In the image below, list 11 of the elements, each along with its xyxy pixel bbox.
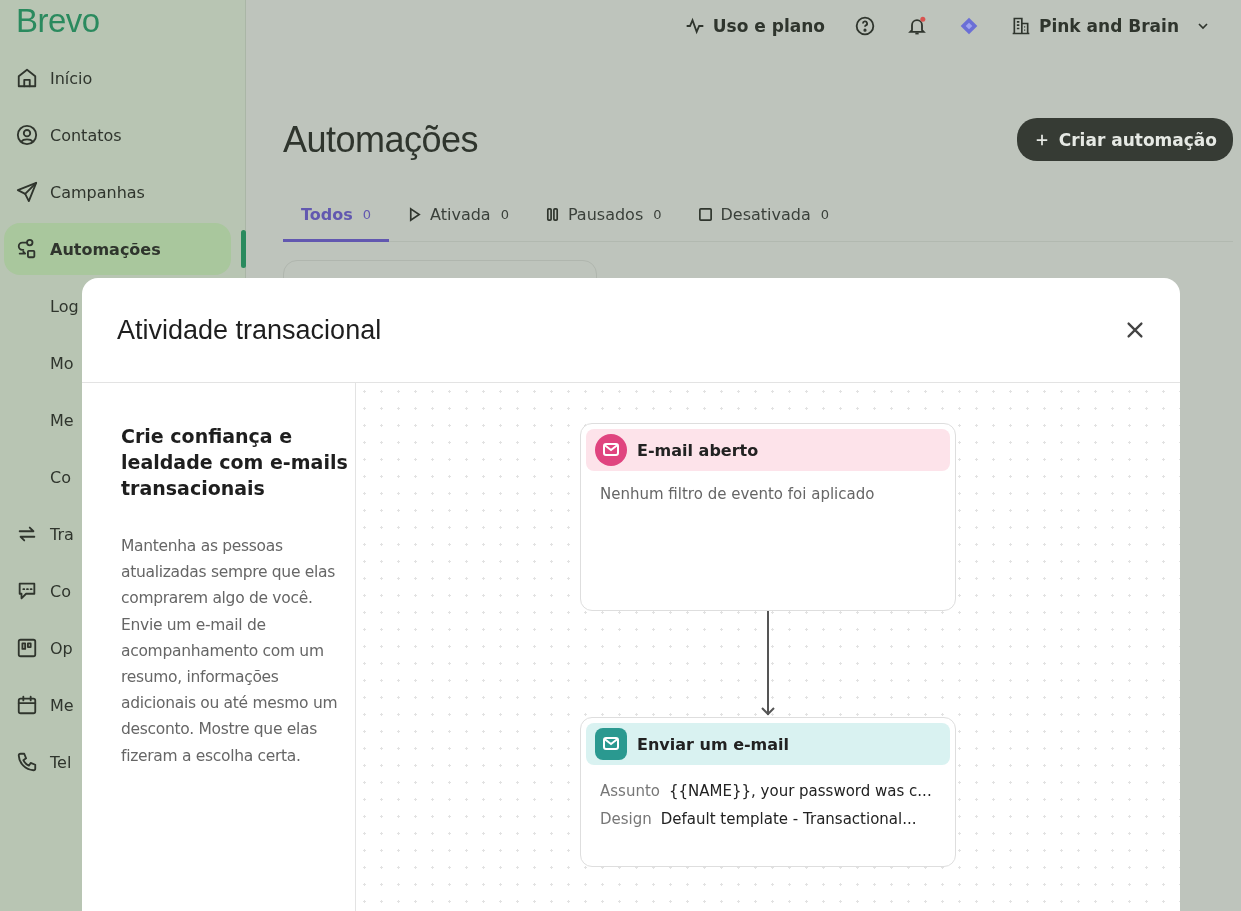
field-label: Design bbox=[600, 809, 652, 830]
field-label: Assunto bbox=[600, 781, 660, 802]
page-title: Automações bbox=[283, 118, 479, 161]
node-title: Enviar um e-mail bbox=[637, 734, 790, 754]
modal-heading: Crie confiança e lealdade com e-mails transacionais bbox=[121, 424, 349, 501]
modal-title: Atividade transacional bbox=[117, 314, 382, 346]
node-description: Nenhum filtro de evento foi aplicado bbox=[600, 485, 876, 503]
field-value: Default template - Transactional... bbox=[660, 809, 917, 830]
field-value: {{NAME}}, your password was c... bbox=[668, 781, 932, 802]
modal-description: Mantenha as pessoas atualizadas sempre que elas comprarem algo de você. Envie um e-mail de acompanhamento com um resumo, informações adicionais ou até mesmo um desconto. Mostre que elas fizeram a escolha certa. bbox=[121, 536, 339, 767]
node-title: E-mail aberto bbox=[637, 440, 759, 460]
